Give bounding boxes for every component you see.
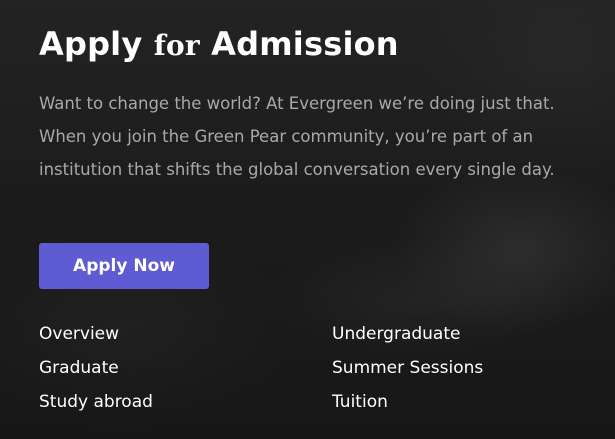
list-item: Summer Sessions — [332, 352, 592, 386]
link-graduate[interactable]: Graduate — [39, 358, 119, 378]
list-item: Graduate — [39, 352, 332, 386]
link-summer-sessions[interactable]: Summer Sessions — [332, 358, 483, 378]
page-title: Apply for Admission — [39, 22, 399, 68]
list-item: Study abroad — [39, 386, 332, 420]
list-item: Overview — [39, 318, 332, 352]
list-item: Undergraduate — [332, 318, 592, 352]
link-undergraduate[interactable]: Undergraduate — [332, 324, 460, 344]
link-overview[interactable]: Overview — [39, 324, 119, 344]
list-item: Tuition — [332, 386, 592, 420]
link-tuition[interactable]: Tuition — [332, 392, 388, 412]
title-end: Admission — [199, 25, 399, 63]
title-for: for — [153, 29, 200, 62]
link-study-abroad[interactable]: Study abroad — [39, 392, 153, 412]
intro-text: Want to change the world? At Evergreen w… — [39, 94, 555, 179]
apply-now-button[interactable]: Apply Now — [39, 243, 209, 289]
title-start: Apply — [39, 25, 154, 63]
admission-links: Overview Undergraduate Graduate Summer S… — [39, 318, 599, 420]
